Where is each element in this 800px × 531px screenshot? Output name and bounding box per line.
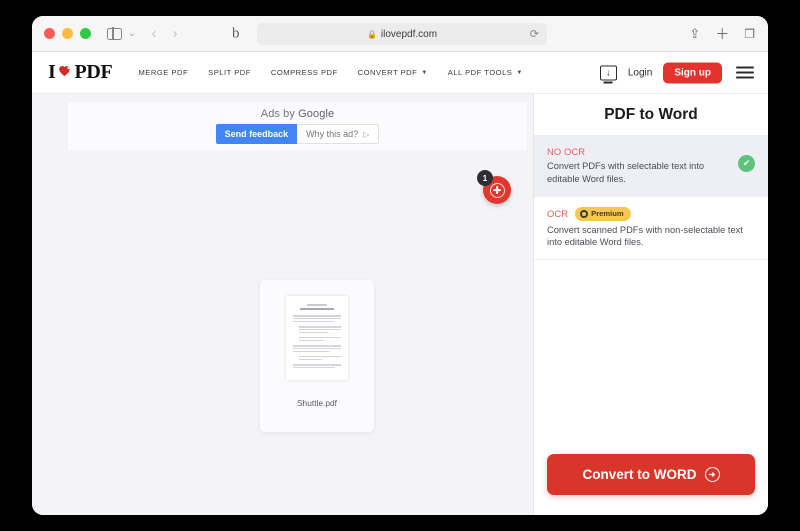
option-description: Convert PDFs with selectable text into e… <box>547 161 705 184</box>
file-name-label: Shuttle.pdf <box>296 398 338 408</box>
option-label: NO OCR <box>547 146 586 157</box>
plus-circle-icon <box>489 182 505 198</box>
nav-compress-pdf[interactable]: COMPRESS PDF <box>271 68 338 77</box>
tool-sidebar: PDF to Word NO OCR Convert PDFs with sel… <box>533 94 768 515</box>
sidebar-spacer <box>534 259 768 454</box>
file-card[interactable]: Shuttle.pdf <box>260 280 374 432</box>
nav-label: ALL PDF TOOLS <box>447 68 513 77</box>
site-header: I PDF MERGE PDF SPLIT PDF COMPRESS PDF C… <box>32 52 768 94</box>
option-content: NO OCR Convert PDFs with selectable text… <box>547 146 732 186</box>
address-bar-url: ilovepdf.com <box>380 28 438 40</box>
minimize-window-button[interactable] <box>62 28 73 39</box>
sidebar-toggle-icon[interactable] <box>107 27 122 40</box>
ads-by-brand: Google <box>298 108 335 120</box>
chevron-down-icon: ▼ <box>516 69 523 76</box>
address-bar[interactable]: 🔒 ilovepdf.com ⟳ <box>257 23 547 45</box>
show-tabs-icon[interactable]: ❐ <box>744 27 755 41</box>
navigation-arrows[interactable]: ‹ › <box>152 25 178 42</box>
browser-toolbar: ⌄ ‹ › b 🔒 ilovepdf.com ⟳ ⇪ ＋ ❐ <box>32 16 768 52</box>
premium-label: Premium <box>591 209 624 219</box>
close-window-button[interactable] <box>44 28 55 39</box>
screen: ⌄ ‹ › b 🔒 ilovepdf.com ⟳ ⇪ ＋ ❐ I PDF MER… <box>0 0 800 531</box>
forward-button-icon[interactable]: › <box>173 25 178 42</box>
login-link[interactable]: Login <box>628 67 652 78</box>
header-actions: ↓ Login Sign up <box>599 62 754 83</box>
signup-button[interactable]: Sign up <box>663 62 722 83</box>
premium-badge-icon <box>580 209 589 218</box>
ads-by-google-label: Ads by Google <box>261 108 334 120</box>
convert-button-label: Convert to WORD <box>582 467 697 482</box>
page-title: PDF to Word <box>604 106 698 123</box>
option-label: OCR <box>547 208 569 220</box>
desktop-download-icon[interactable]: ↓ <box>599 65 617 80</box>
file-count-badge: 1 <box>477 170 493 186</box>
premium-badge: Premium <box>575 206 631 221</box>
new-tab-icon[interactable]: ＋ <box>715 24 729 44</box>
ads-by-prefix: Ads by <box>260 108 299 120</box>
nav-convert-pdf[interactable]: CONVERT PDF ▼ <box>358 68 428 77</box>
maximize-window-button[interactable] <box>80 28 91 39</box>
toolbar-right-icons: ⇪ ＋ ❐ <box>689 24 755 44</box>
nav-merge-pdf[interactable]: MERGE PDF <box>138 68 188 77</box>
pdf-page-thumbnail <box>286 296 348 380</box>
option-description: Convert scanned PDFs with non-selectable… <box>547 224 743 248</box>
option-ocr[interactable]: OCR Premium Convert scanned PDFs with no… <box>534 195 768 260</box>
google-ad-block: Ads by Google Send feedback Why this ad?… <box>68 102 527 150</box>
logo-text-pdf: PDF <box>74 61 113 83</box>
hamburger-menu-icon[interactable] <box>736 66 754 79</box>
extension-icon[interactable]: b <box>232 25 240 42</box>
why-this-ad-label: Why this ad? <box>306 129 359 139</box>
add-file-button[interactable]: 1 <box>477 170 511 204</box>
ilovepdf-logo[interactable]: I PDF <box>48 61 113 84</box>
heart-icon <box>56 61 73 84</box>
option-content: OCR Premium Convert scanned PDFs with no… <box>547 206 755 250</box>
browser-window: ⌄ ‹ › b 🔒 ilovepdf.com ⟳ ⇪ ＋ ❐ I PDF MER… <box>32 16 768 515</box>
nav-split-pdf[interactable]: SPLIT PDF <box>208 68 251 77</box>
nav-label: COMPRESS PDF <box>270 68 338 77</box>
option-header: NO OCR <box>547 146 732 157</box>
workspace: ← Ads by Google Send feedback Why this a… <box>32 94 533 515</box>
why-this-ad-button[interactable]: Why this ad? ▷ <box>297 124 380 144</box>
sidebar-action-area: Convert to WORD ➜ <box>534 454 768 515</box>
nav-label: SPLIT PDF <box>208 68 251 77</box>
send-feedback-button[interactable]: Send feedback <box>215 124 298 144</box>
share-icon[interactable]: ⇪ <box>689 26 700 42</box>
back-button-icon[interactable]: ‹ <box>152 25 157 42</box>
nav-all-pdf-tools[interactable]: ALL PDF TOOLS ▼ <box>448 68 523 77</box>
nav-label: CONVERT PDF <box>357 68 418 77</box>
chevron-down-icon: ▼ <box>421 69 428 76</box>
window-traffic-lights[interactable] <box>44 28 91 39</box>
convert-to-word-button[interactable]: Convert to WORD ➜ <box>547 454 755 495</box>
check-circle-icon: ✔ <box>738 155 755 172</box>
main-navigation: MERGE PDF SPLIT PDF COMPRESS PDF CONVERT… <box>138 68 522 77</box>
lock-icon: 🔒 <box>366 29 377 39</box>
ad-buttons: Send feedback Why this ad? ▷ <box>215 124 380 144</box>
reload-icon[interactable]: ⟳ <box>530 28 539 41</box>
option-header: OCR Premium <box>547 206 755 221</box>
chevron-down-icon[interactable]: ⌄ <box>128 28 136 39</box>
arrow-right-circle-icon: ➜ <box>704 467 720 482</box>
play-triangle-icon: ▷ <box>363 129 370 139</box>
logo-letter-i: I <box>48 61 56 83</box>
option-no-ocr[interactable]: NO OCR Convert PDFs with selectable text… <box>534 135 768 196</box>
nav-label: MERGE PDF <box>138 68 189 77</box>
page-body: ← Ads by Google Send feedback Why this a… <box>32 94 768 515</box>
